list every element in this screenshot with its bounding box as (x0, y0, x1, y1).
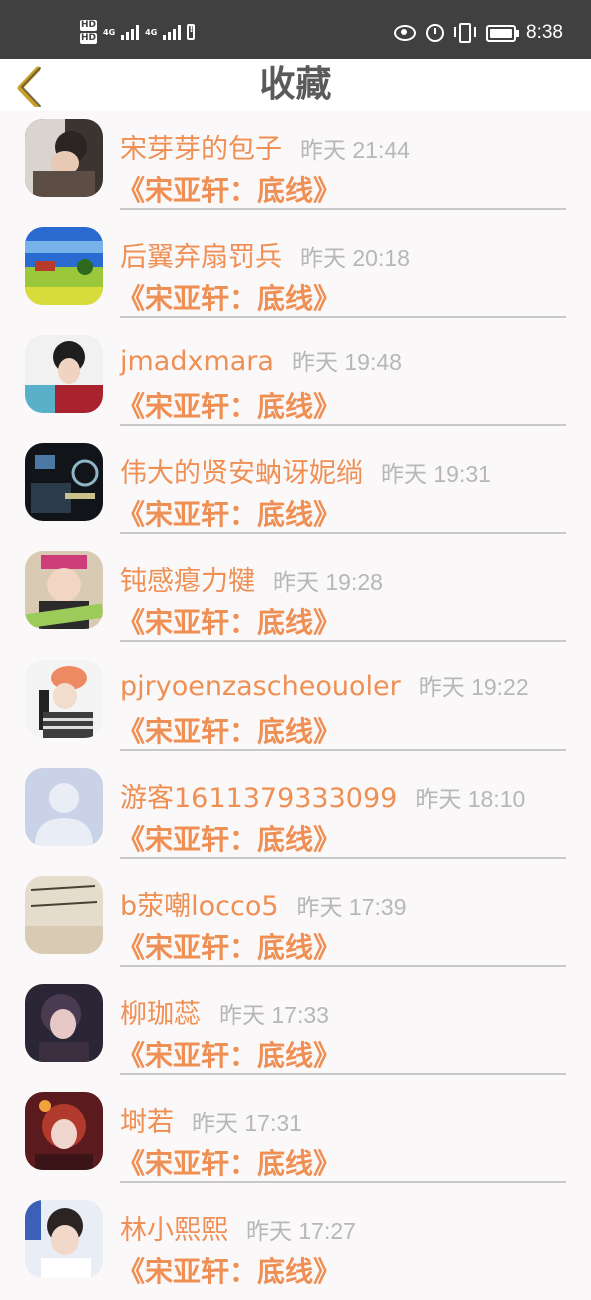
divider (120, 1181, 566, 1183)
divider (120, 965, 566, 967)
list-item[interactable]: jmadxmara 昨天 19:48 《宋亚轩：底线》 (0, 327, 591, 435)
clock: 8:38 (526, 22, 563, 43)
name-line: pjryoenzascheouoler 昨天 19:22 (120, 668, 529, 702)
avatar[interactable] (25, 227, 103, 305)
list-item[interactable]: 钝感瘪力犍 昨天 19:28 《宋亚轩：底线》 (0, 543, 591, 651)
battery-icon (486, 24, 520, 42)
divider (120, 424, 566, 426)
list-item[interactable]: 柳珈蕊 昨天 17:33 《宋亚轩：底线》 (0, 976, 591, 1084)
timestamp: 昨天 17:27 (246, 1218, 356, 1244)
name-line: jmadxmara 昨天 19:48 (120, 343, 402, 377)
work-title[interactable]: 《宋亚轩：底线》 (117, 169, 341, 209)
list-item[interactable]: b荥嘲locco5 昨天 17:39 《宋亚轩：底线》 (0, 868, 591, 976)
user-name[interactable]: 埘若 (120, 1107, 174, 1138)
work-title[interactable]: 《宋亚轩：底线》 (117, 277, 341, 317)
avatar[interactable] (25, 443, 103, 521)
divider (120, 1073, 566, 1075)
user-name[interactable]: 柳珈蕊 (120, 999, 201, 1030)
list-item[interactable]: 埘若 昨天 17:31 《宋亚轩：底线》 (0, 1084, 591, 1192)
name-line: 宋芽芽的包子 昨天 21:44 (120, 127, 410, 166)
avatar[interactable] (25, 119, 103, 197)
user-name[interactable]: 游客1611379333099 (120, 783, 397, 814)
timestamp: 昨天 19:48 (291, 349, 402, 375)
user-name[interactable]: 林小熙熙 (120, 1215, 228, 1246)
divider (120, 208, 566, 210)
user-name[interactable]: pjryoenzascheouoler (120, 671, 401, 702)
status-bar: HD HD 4G 4G 8:38 (0, 0, 591, 59)
timestamp: 昨天 17:31 (192, 1110, 302, 1136)
name-line: b荥嘲locco5 昨天 17:39 (120, 884, 407, 923)
timestamp: 昨天 19:31 (381, 461, 491, 487)
timestamp: 昨天 20:18 (300, 245, 410, 271)
name-line: 伟大的贤安蚋讶妮绱 昨天 19:31 (120, 451, 491, 490)
divider (120, 749, 566, 751)
avatar[interactable] (25, 551, 103, 629)
name-line: 柳珈蕊 昨天 17:33 (120, 992, 329, 1031)
name-line: 后翼弃扇罚兵 昨天 20:18 (120, 235, 410, 274)
network-type-2: 4G (145, 27, 158, 37)
divider (120, 532, 566, 534)
avatar[interactable] (25, 876, 103, 954)
avatar[interactable] (25, 1092, 103, 1170)
work-title[interactable]: 《宋亚轩：底线》 (117, 1250, 341, 1290)
divider (120, 640, 566, 642)
list-item[interactable]: 后翼弃扇罚兵 昨天 20:18 《宋亚轩：底线》 (0, 219, 591, 327)
list-item[interactable]: 宋芽芽的包子 昨天 21:44 《宋亚轩：底线》 (0, 111, 591, 219)
user-name[interactable]: 钝感瘪力犍 (120, 566, 255, 597)
work-title[interactable]: 《宋亚轩：底线》 (117, 1034, 341, 1074)
avatar[interactable] (25, 1200, 103, 1278)
network-indicators: HD HD 4G 4G (80, 20, 196, 44)
work-title[interactable]: 《宋亚轩：底线》 (117, 926, 341, 966)
name-line: 林小熙熙 昨天 17:27 (120, 1208, 356, 1247)
hd-badge-2: HD (80, 33, 98, 44)
header: 收藏 (0, 59, 591, 111)
timestamp: 昨天 18:10 (415, 786, 526, 812)
timestamp: 昨天 19:28 (273, 569, 383, 595)
divider (120, 316, 566, 318)
page-title: 收藏 (259, 64, 332, 105)
avatar[interactable] (25, 660, 103, 738)
work-title[interactable]: 《宋亚轩：底线》 (117, 818, 341, 858)
hd-badge-1: HD (80, 20, 98, 31)
user-name[interactable]: b荥嘲locco5 (120, 891, 279, 922)
avatar[interactable] (25, 984, 103, 1062)
eye-icon (394, 25, 417, 41)
timestamp: 昨天 17:39 (296, 894, 407, 920)
sim-alert-icon (187, 24, 196, 40)
work-title[interactable]: 《宋亚轩：底线》 (117, 710, 341, 750)
user-name[interactable]: jmadxmara (120, 346, 274, 377)
list-item[interactable]: 伟大的贤安蚋讶妮绱 昨天 19:31 《宋亚轩：底线》 (0, 435, 591, 543)
timestamp: 昨天 17:33 (219, 1002, 329, 1028)
timestamp: 昨天 21:44 (300, 137, 410, 163)
avatar[interactable] (25, 768, 103, 846)
timestamp: 昨天 19:22 (418, 674, 529, 700)
name-line: 埘若 昨天 17:31 (120, 1100, 302, 1139)
list-item[interactable]: 林小熙熙 昨天 17:27 《宋亚轩：底线》 (0, 1192, 591, 1300)
alarm-icon (426, 24, 445, 42)
name-line: 钝感瘪力犍 昨天 19:28 (120, 559, 383, 598)
list-item[interactable]: pjryoenzascheouoler 昨天 19:22 《宋亚轩：底线》 (0, 652, 591, 760)
user-name[interactable]: 宋芽芽的包子 (120, 134, 282, 165)
user-name[interactable]: 后翼弃扇罚兵 (120, 242, 282, 273)
work-title[interactable]: 《宋亚轩：底线》 (117, 601, 341, 641)
work-title[interactable]: 《宋亚轩：底线》 (117, 385, 341, 425)
status-icons: 8:38 (394, 22, 563, 44)
work-title[interactable]: 《宋亚轩：底线》 (117, 493, 341, 533)
work-title[interactable]: 《宋亚轩：底线》 (117, 1142, 341, 1182)
name-line: 游客1611379333099 昨天 18:10 (120, 776, 525, 815)
vibrate-icon (454, 23, 477, 43)
signal-icon (121, 24, 140, 40)
signal-icon-2 (163, 24, 182, 40)
user-name[interactable]: 伟大的贤安蚋讶妮绱 (120, 458, 363, 489)
list-item[interactable]: 游客1611379333099 昨天 18:10 《宋亚轩：底线》 (0, 760, 591, 868)
avatar[interactable] (25, 335, 103, 413)
network-type-1: 4G (103, 27, 116, 37)
divider (120, 857, 566, 859)
